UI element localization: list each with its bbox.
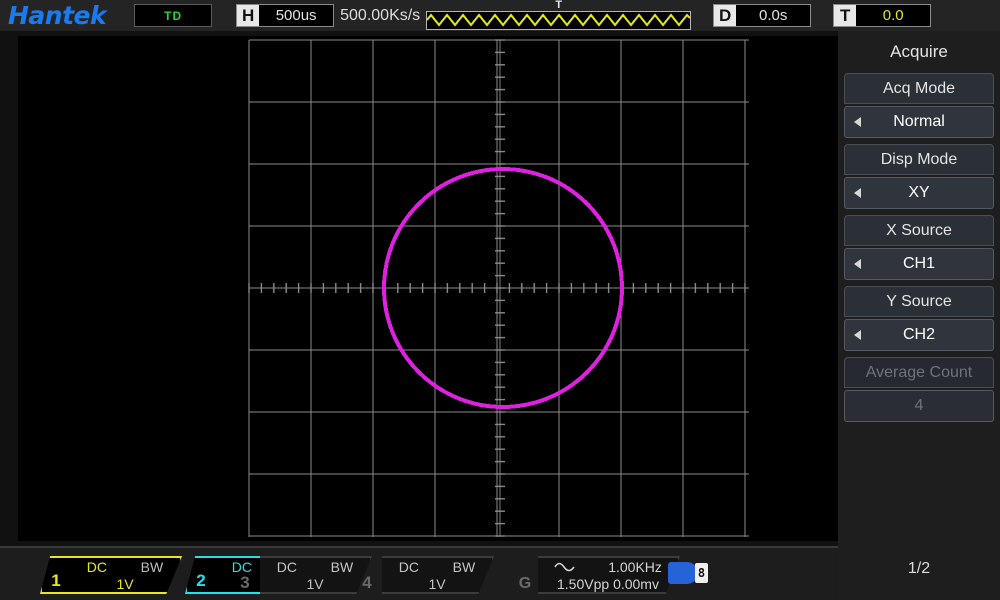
top-status-bar: Hantek TD H 500us 500.00Ks/s T D 0.0s T … bbox=[0, 0, 1000, 31]
menu-group-average-count[interactable]: Average Count 4 bbox=[844, 357, 994, 422]
menu-page-indicator: 1/2 bbox=[838, 560, 1000, 578]
chevron-left-icon bbox=[854, 330, 861, 340]
trigger-position-marker: T bbox=[555, 0, 562, 10]
digital-channel-icon bbox=[668, 562, 698, 584]
channel-bandwidth: BW bbox=[331, 559, 354, 575]
horizontal-value: 500us bbox=[259, 5, 333, 26]
scope-display-area[interactable] bbox=[0, 31, 838, 546]
channel-coupling: DC bbox=[277, 559, 297, 575]
sine-icon bbox=[554, 561, 576, 573]
trigger-level-value: 0.0 bbox=[856, 5, 930, 26]
chevron-left-icon bbox=[854, 188, 861, 198]
chevron-left-icon bbox=[854, 259, 861, 269]
menu-item-value[interactable]: Normal bbox=[844, 106, 994, 138]
menu-group-list: Acq Mode Normal Disp Mode XY X Source CH1 Y So… bbox=[838, 73, 1000, 422]
channel-number: 3 bbox=[230, 556, 260, 594]
channel-coupling: DC bbox=[399, 559, 419, 575]
trigger-status-label: TD bbox=[164, 9, 182, 23]
waveform-overview[interactable]: T bbox=[426, 2, 691, 29]
channel-body: DC BW1V bbox=[70, 556, 182, 594]
function-generator-status[interactable]: G 1.00KHz 1.50Vpp 0.00mv bbox=[512, 556, 680, 594]
channel-number: 4 bbox=[352, 556, 382, 594]
menu-item-label: Y Source bbox=[844, 286, 994, 317]
generator-offset: 0.00mv bbox=[613, 576, 659, 592]
chevron-left-icon bbox=[854, 117, 861, 127]
generator-row-top: 1.00KHz bbox=[538, 559, 678, 575]
digital-channel-badge[interactable]: 8 bbox=[668, 562, 708, 584]
menu-item-value[interactable]: 4 bbox=[844, 390, 994, 422]
side-menu-panel[interactable]: Acquire Acq Mode Normal Disp Mode XY X Sourc… bbox=[838, 31, 1000, 600]
overview-sine-icon bbox=[427, 12, 690, 29]
menu-item-value[interactable]: XY bbox=[844, 177, 994, 209]
channel-number: 1 bbox=[40, 556, 70, 594]
brand-logo: Hantek bbox=[8, 3, 106, 28]
horizontal-timebase[interactable]: H 500us bbox=[236, 4, 334, 27]
menu-item-label: X Source bbox=[844, 215, 994, 246]
menu-item-value-text: CH1 bbox=[903, 255, 935, 273]
channel-scale: 1V bbox=[382, 576, 492, 592]
channel-bandwidth: BW bbox=[141, 559, 164, 575]
horizontal-key: H bbox=[237, 5, 259, 26]
channel-bandwidth: BW bbox=[453, 559, 476, 575]
channel-scale: 1V bbox=[70, 576, 180, 592]
xy-trace bbox=[18, 36, 838, 541]
generator-label: G bbox=[512, 556, 538, 594]
channel-row-top: DC BW bbox=[382, 559, 492, 575]
menu-item-value[interactable]: CH2 bbox=[844, 319, 994, 351]
delay-readout[interactable]: D 0.0s bbox=[713, 4, 811, 27]
channel-number: 2 bbox=[185, 556, 215, 594]
sample-rate: 500.00Ks/s bbox=[340, 7, 420, 25]
menu-item-label: Acq Mode bbox=[844, 73, 994, 104]
generator-body: 1.00KHz 1.50Vpp 0.00mv bbox=[538, 556, 680, 594]
trigger-level-readout[interactable]: T 0.0 bbox=[833, 4, 931, 27]
channel-coupling: DC bbox=[87, 559, 107, 575]
generator-row-bottom: 1.50Vpp 0.00mv bbox=[538, 576, 678, 592]
menu-title: Acquire bbox=[838, 31, 1000, 73]
menu-item-value-text: CH2 bbox=[903, 326, 935, 344]
menu-item-label: Disp Mode bbox=[844, 144, 994, 175]
waveform-plot[interactable] bbox=[18, 36, 838, 541]
menu-item-value[interactable]: CH1 bbox=[844, 248, 994, 280]
menu-group-acq-mode[interactable]: Acq Mode Normal bbox=[844, 73, 994, 138]
channel-row-top: DC BW bbox=[70, 559, 180, 575]
channel-badge-4[interactable]: 4 DC BW1V bbox=[352, 556, 494, 594]
channel-badge-3[interactable]: 3DCBW1V bbox=[230, 556, 372, 594]
channel-status-bar: 1DCBW1V2DCBW1V3DCBW1V4DCBW1V G 1.00KHz 1… bbox=[0, 546, 838, 600]
generator-amplitude: 1.50Vpp bbox=[557, 576, 609, 592]
menu-group-x-source[interactable]: X Source CH1 bbox=[844, 215, 994, 280]
menu-group-y-source[interactable]: Y Source CH2 bbox=[844, 286, 994, 351]
waveform-overview-box bbox=[426, 11, 691, 30]
delay-value: 0.0s bbox=[736, 5, 810, 26]
menu-item-value-text: XY bbox=[908, 184, 929, 202]
generator-frequency: 1.00KHz bbox=[608, 559, 662, 575]
trigger-level-key: T bbox=[834, 5, 856, 26]
menu-item-label: Average Count bbox=[844, 357, 994, 388]
menu-group-disp-mode[interactable]: Disp Mode XY bbox=[844, 144, 994, 209]
menu-item-value-text: 4 bbox=[915, 397, 924, 415]
digital-channel-digit: 8 bbox=[695, 563, 708, 583]
channel-body: DC BW1V bbox=[382, 556, 494, 594]
delay-key: D bbox=[714, 5, 736, 26]
channel-badge-1[interactable]: 1 DC BW1V bbox=[40, 556, 182, 594]
trigger-status-box: TD bbox=[134, 4, 212, 27]
menu-item-value-text: Normal bbox=[893, 113, 945, 131]
